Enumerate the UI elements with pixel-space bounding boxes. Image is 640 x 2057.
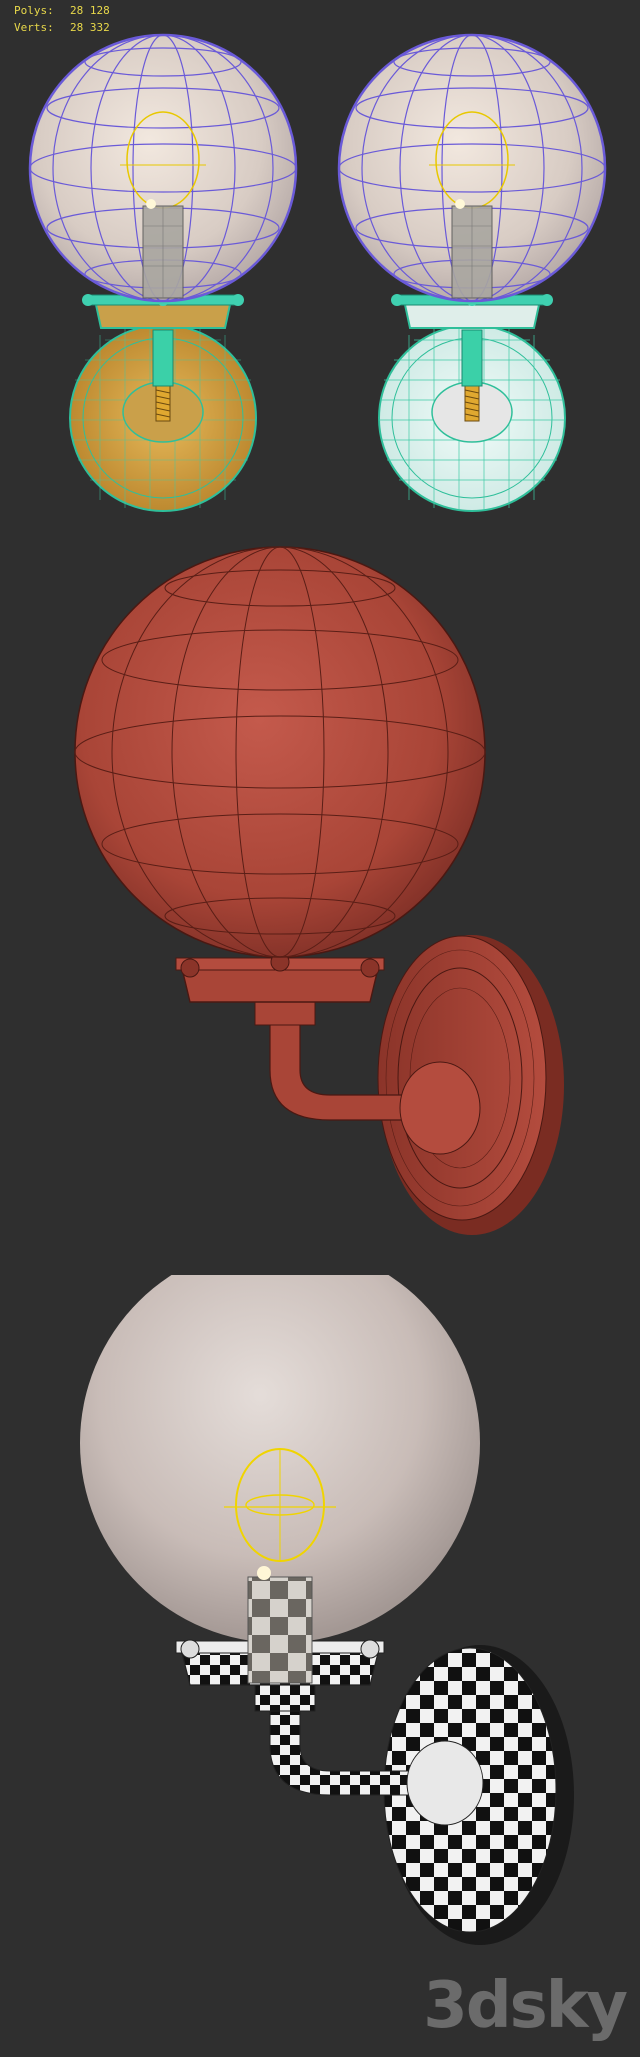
watermark-logo: 3dsky — [423, 1969, 628, 2043]
polys-label: Polys: — [14, 4, 54, 17]
verts-value: 28 332 — [70, 21, 110, 34]
wireframe-render — [0, 0, 640, 530]
clay-render — [0, 530, 640, 1275]
polys-value: 28 128 — [70, 4, 110, 17]
scene-statistics: Polys: 28 128 Verts: 28 332 — [14, 2, 110, 36]
verts-label: Verts: — [14, 21, 54, 34]
viewport-wireframe[interactable]: Polys: 28 128 Verts: 28 332 — [0, 0, 640, 530]
viewport-checker[interactable]: 3dsky — [0, 1275, 640, 2057]
viewport-clay[interactable] — [0, 530, 640, 1275]
checker-render — [0, 1275, 640, 2057]
